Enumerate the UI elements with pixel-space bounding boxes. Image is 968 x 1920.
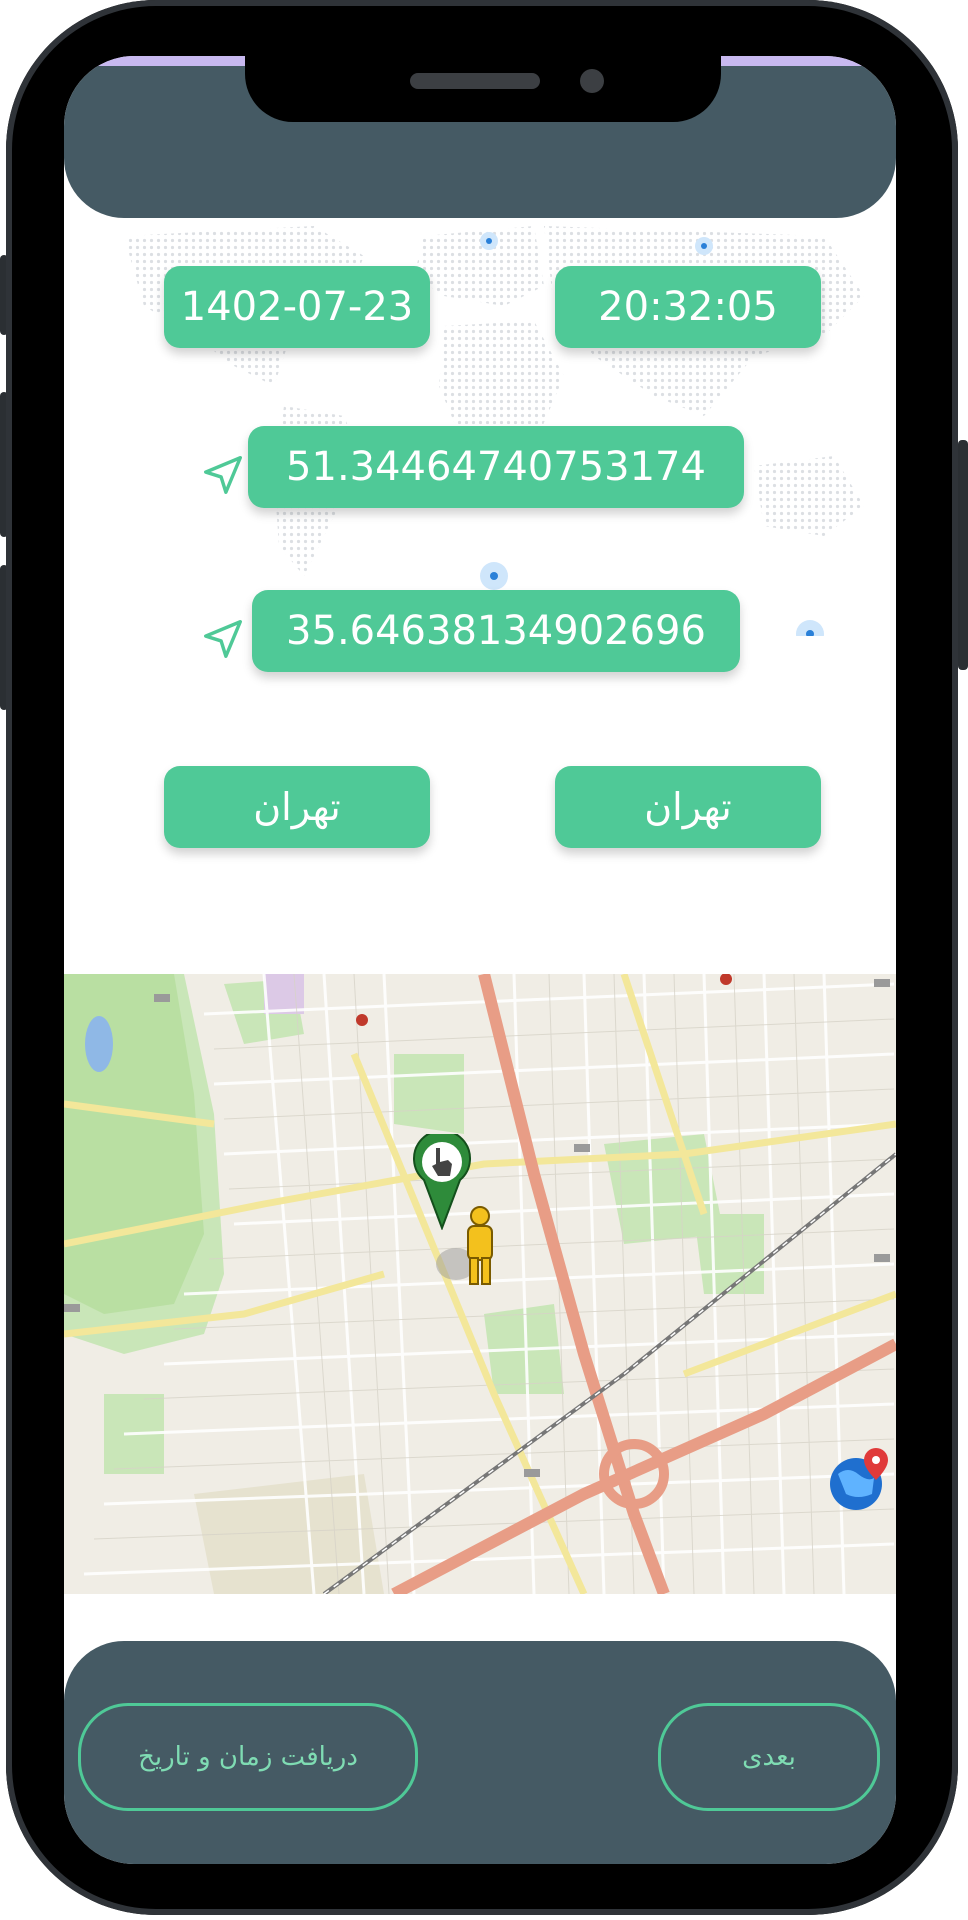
longitude-display: 51.34464740753174 — [248, 426, 744, 508]
globe-location-icon[interactable] — [828, 1444, 896, 1514]
street-view-icon[interactable] — [434, 1204, 504, 1288]
city-text: تهران — [253, 785, 341, 829]
next-label: بعدی — [742, 1742, 796, 1772]
phone-speaker — [410, 73, 540, 89]
province-text: تهران — [644, 785, 732, 829]
date-text: 1402-07-23 — [180, 284, 414, 330]
phone-camera — [580, 69, 604, 93]
longitude-text: 51.34464740753174 — [286, 444, 706, 490]
province-display: تهران — [555, 766, 821, 848]
navigation-arrow-icon — [204, 456, 242, 494]
power-button — [958, 440, 968, 670]
time-display: 20:32:05 — [555, 266, 821, 348]
bottom-bar: دریافت زمان و تاریخ بعدی — [64, 1641, 896, 1864]
app-screen: 1402-07-23 20:32:05 51.34464740753174 35… — [64, 56, 896, 1864]
city-display: تهران — [164, 766, 430, 848]
next-button[interactable]: بعدی — [658, 1703, 880, 1811]
get-time-date-label: دریافت زمان و تاریخ — [138, 1742, 358, 1772]
get-time-date-button[interactable]: دریافت زمان و تاریخ — [78, 1703, 418, 1811]
navigation-arrow-icon — [204, 620, 242, 658]
time-text: 20:32:05 — [598, 284, 778, 330]
latitude-text: 35.64638134902696 — [286, 608, 706, 654]
date-display: 1402-07-23 — [164, 266, 430, 348]
latitude-display: 35.64638134902696 — [252, 590, 740, 672]
street-map[interactable] — [64, 974, 896, 1594]
